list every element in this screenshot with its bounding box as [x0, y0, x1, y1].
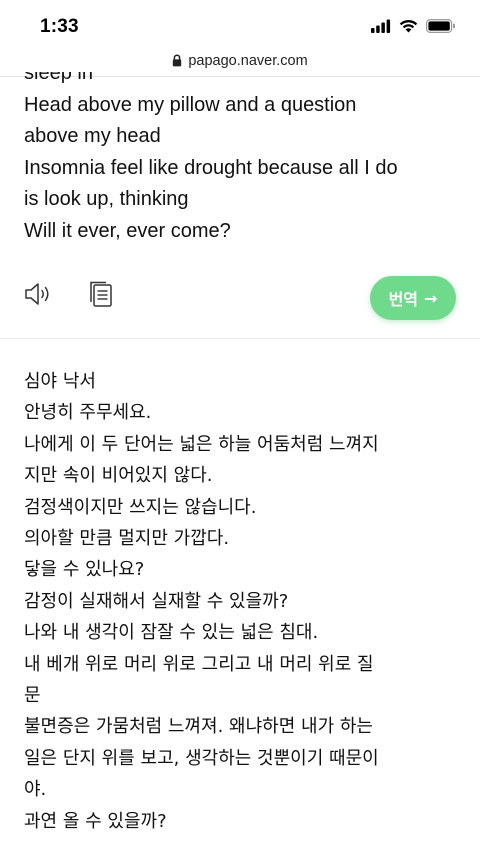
translation-line: 일은 단지 위를 보고, 생각하는 것뿐이기 때문이 [24, 747, 379, 769]
translation-line: 나와 내 생각이 잠잘 수 있는 넓은 침대. [24, 622, 319, 644]
translation-line: 과연 올 수 있을까? [24, 810, 167, 832]
speaker-button[interactable] [24, 282, 54, 310]
translation-line: 야. [24, 779, 47, 801]
source-line: Will it ever, ever come? [24, 219, 231, 242]
source-text-area[interactable]: sleep in Head above my pillow and a ques… [24, 72, 444, 247]
source-line: above my head [24, 125, 161, 147]
status-time: 1:33 [40, 16, 79, 37]
wifi-icon [399, 18, 418, 37]
translate-button[interactable]: 번역 → [370, 276, 456, 320]
source-toolbar [24, 280, 116, 312]
translation-result-area: 심야 낙서 안녕히 주무세요. 나에게 이 두 단어는 넓은 하늘 어둠처럼 느… [24, 366, 464, 837]
translation-line: 의아할 만큼 멀지만 가깝다. [24, 528, 230, 550]
translation-line: 심야 낙서 [24, 371, 96, 392]
translation-line: 안녕히 주무세요. [24, 402, 152, 424]
cellular-signal-icon [371, 18, 391, 37]
status-bar: 1:33 [0, 0, 480, 48]
source-line: is look up, thinking [24, 188, 189, 210]
translation-line: 감정이 실재해서 실재할 수 있을까? [24, 590, 289, 612]
arrow-right-icon: → [424, 288, 438, 308]
translation-line: 검정색이지만 쓰지는 않습니다. [24, 496, 257, 518]
translation-line: 내 베개 위로 머리 위로 그리고 내 머리 위로 질 [24, 653, 374, 675]
translation-line: 나에게 이 두 단어는 넓은 하늘 어둠처럼 느껴지 [24, 433, 379, 455]
url-bar[interactable]: papago.naver.com [0, 48, 480, 74]
lock-icon [172, 52, 182, 71]
speaker-icon [24, 281, 54, 311]
section-divider [0, 338, 480, 339]
translation-line: 지만 속이 비어있지 않다. [24, 465, 213, 487]
status-icons [371, 18, 456, 37]
copy-icon [88, 280, 114, 312]
source-line: sleep in [24, 72, 93, 84]
copy-button[interactable] [86, 280, 116, 312]
translation-line: 문 [24, 685, 41, 707]
translate-button-label: 번역 [388, 290, 419, 309]
translation-line: 닿을 수 있나요? [24, 559, 145, 581]
source-line: Head above my pillow and a question [24, 93, 357, 116]
source-line: Insomnia feel like drought because all I… [24, 156, 398, 179]
battery-icon [426, 18, 456, 37]
url-text: papago.naver.com [188, 53, 308, 69]
translation-line: 불면증은 가뭄처럼 느껴져. 왜냐하면 내가 하는 [24, 716, 373, 738]
